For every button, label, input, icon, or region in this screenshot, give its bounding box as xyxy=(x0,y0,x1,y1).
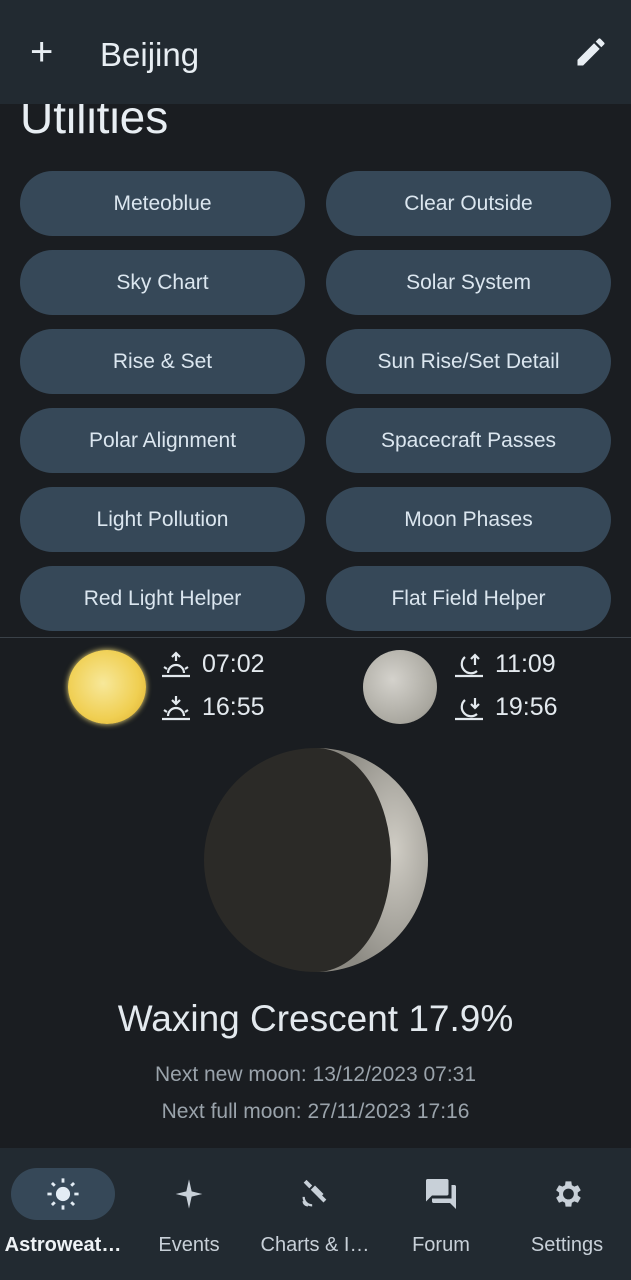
moonrise-time: 11:09 xyxy=(495,650,556,678)
nav-settings[interactable]: Settings xyxy=(504,1148,630,1280)
sunset-icon xyxy=(162,695,190,720)
app-bar: + Beijing xyxy=(0,0,631,104)
sun-icon xyxy=(47,1178,79,1210)
nav-forum[interactable]: Forum xyxy=(378,1148,504,1280)
moon-phase-label: Waxing Crescent 17.9% xyxy=(117,998,514,1039)
utility-button[interactable]: Polar Alignment xyxy=(20,408,305,473)
utility-button[interactable]: Sun Rise/Set Detail xyxy=(326,329,611,394)
forum-icon xyxy=(426,1179,456,1209)
gear-icon xyxy=(556,1181,581,1207)
utility-button[interactable]: Solar System xyxy=(326,250,611,315)
divider xyxy=(0,637,631,638)
utility-button[interactable]: Rise & Set xyxy=(20,329,305,394)
utility-button[interactable]: Spacecraft Passes xyxy=(326,408,611,473)
utility-button[interactable]: Moon Phases xyxy=(326,487,611,552)
moonset-time: 19:56 xyxy=(495,693,558,721)
utility-button[interactable]: Meteoblue xyxy=(20,171,305,236)
utility-button[interactable]: Red Light Helper xyxy=(20,566,305,631)
sunset-time: 16:55 xyxy=(202,693,265,721)
pencil-icon[interactable] xyxy=(573,34,609,70)
moonrise-icon xyxy=(455,652,483,677)
utility-button[interactable]: Sky Chart xyxy=(20,250,305,315)
nav-astroweather[interactable]: Astroweat… xyxy=(0,1148,126,1280)
nav-charts[interactable]: Charts & I… xyxy=(252,1148,378,1280)
next-new-moon: Next new moon: 13/12/2023 07:31 xyxy=(154,1063,477,1086)
utility-button[interactable]: Light Pollution xyxy=(20,487,305,552)
bottom-navigation: Astroweat… Events Charts & I… Forum Sett… xyxy=(0,1148,631,1280)
utility-button[interactable]: Clear Outside xyxy=(326,171,611,236)
sunrise-icon xyxy=(162,650,190,677)
moon-phase-image xyxy=(204,748,428,972)
location-title: Beijing xyxy=(100,36,200,73)
moonset-icon xyxy=(455,697,483,720)
utility-button[interactable]: Flat Field Helper xyxy=(326,566,611,631)
utilities-grid: Meteoblue Clear Outside Sky Chart Solar … xyxy=(20,171,611,631)
satellite-icon xyxy=(302,1179,327,1207)
sparkle-icon xyxy=(175,1179,203,1209)
add-location-button[interactable]: + xyxy=(30,30,53,74)
sun-image xyxy=(68,650,146,724)
moon-thumbnail xyxy=(363,650,437,724)
nav-events[interactable]: Events xyxy=(126,1148,252,1280)
next-full-moon: Next full moon: 27/11/2023 17:16 xyxy=(161,1100,470,1123)
sunrise-time: 07:02 xyxy=(202,650,265,678)
